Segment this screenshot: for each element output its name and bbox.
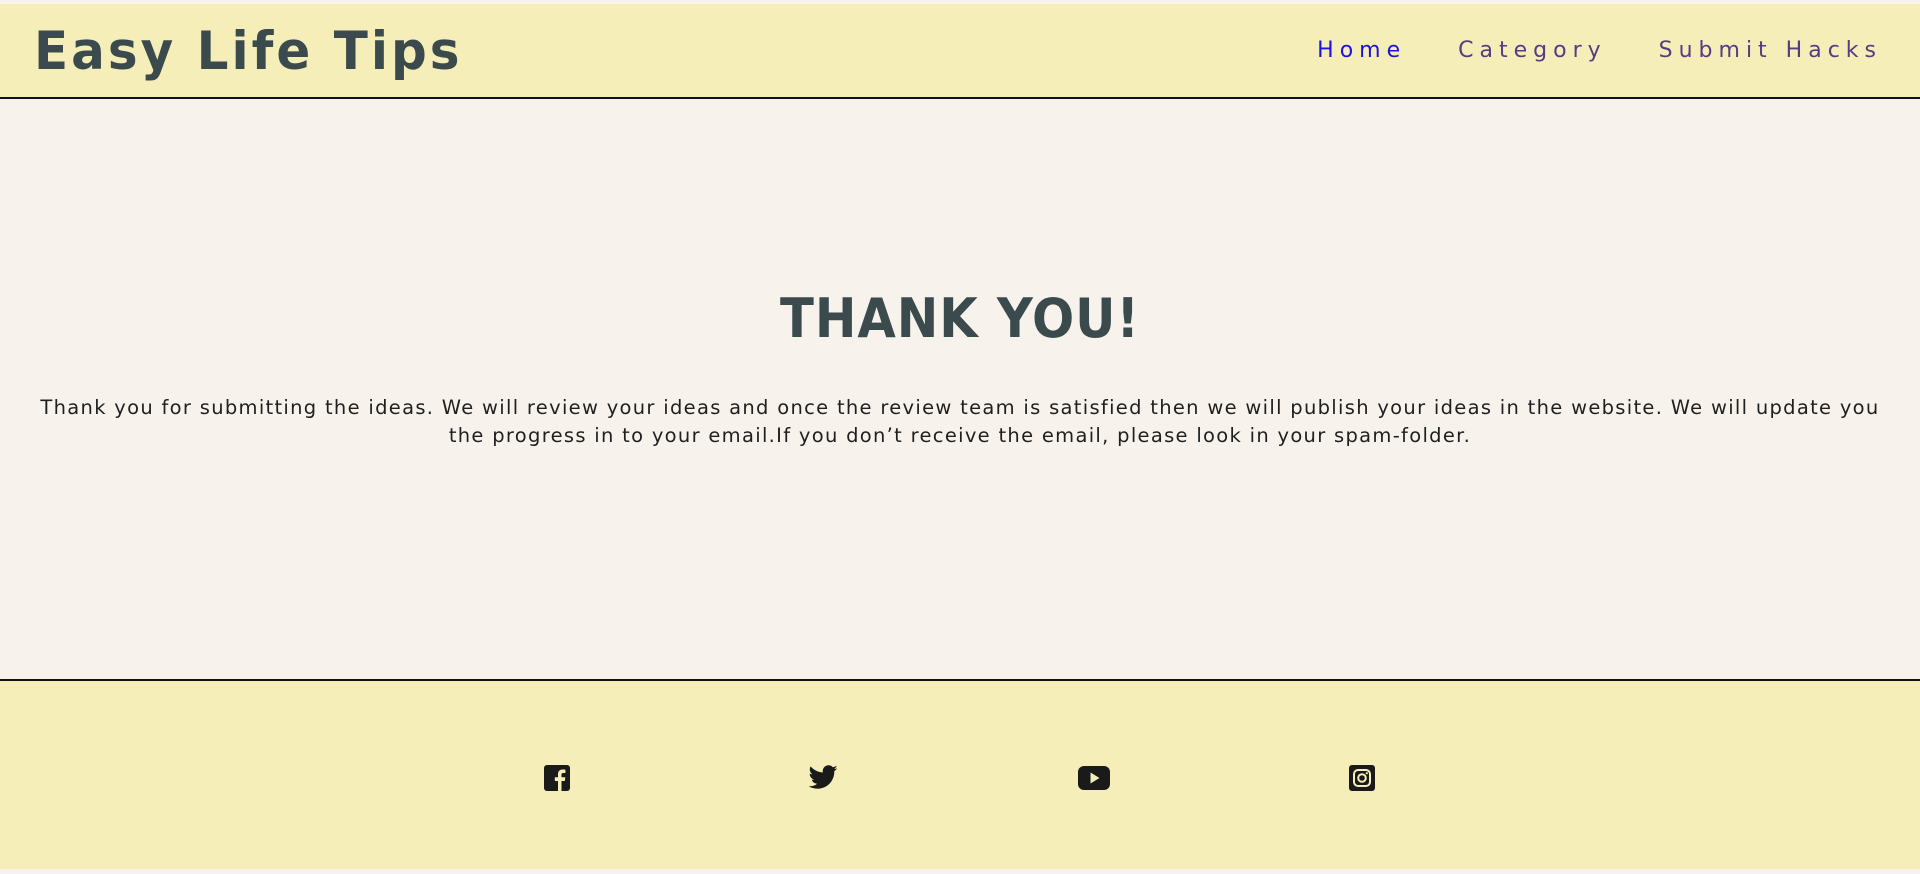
site-footer [0,679,1920,869]
main-content: THANK YOU! Thank you for submitting the … [0,99,1920,679]
facebook-icon[interactable] [541,762,573,794]
nav-link-home[interactable]: Home [1317,40,1406,62]
instagram-icon[interactable] [1346,762,1378,794]
page: Easy Life Tips Home Category Submit Hack… [0,0,1920,874]
nav-link-submit-hacks[interactable]: Submit Hacks [1659,40,1882,62]
site-logo[interactable]: Easy Life Tips [34,25,463,78]
thank-you-message: Thank you for submitting the ideas. We w… [40,396,1880,447]
nav-link-category[interactable]: Category [1458,40,1607,62]
main-nav: Home Category Submit Hacks [1317,40,1882,62]
twitter-icon[interactable] [807,762,839,794]
site-header: Easy Life Tips Home Category Submit Hack… [0,4,1920,99]
page-title: THANK YOU! [780,287,1140,350]
youtube-icon[interactable] [1078,762,1110,794]
